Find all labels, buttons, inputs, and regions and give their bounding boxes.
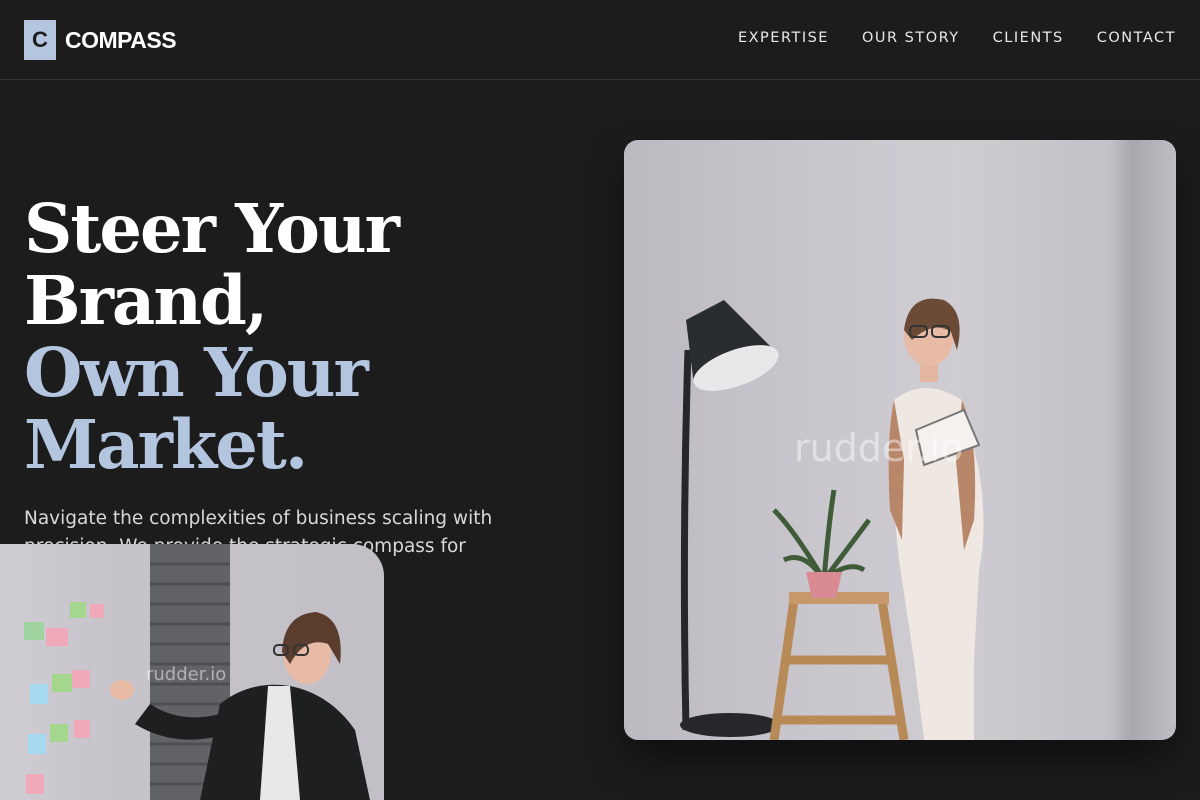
secondary-photo-woman-with-notes: rudder.io: [0, 544, 384, 800]
hero-photo-woman-with-book: rudder.io: [624, 140, 1176, 740]
brand-name: COMPASS: [65, 26, 177, 53]
main-nav: EXPERTISE OUR STORY CLIENTS CONTACT: [738, 30, 1176, 46]
watermark-text: rudder.io: [146, 664, 227, 685]
nav-item-contact[interactable]: CONTACT: [1097, 30, 1176, 46]
brand-logo[interactable]: C COMPASS: [24, 20, 177, 60]
hero-title: Steer Your Brand, Own Your Market.: [24, 189, 400, 484]
nav-item-our-story[interactable]: OUR STORY: [862, 30, 960, 46]
hero-title-accent-line-1: Own Your: [24, 333, 369, 412]
hero-title-line-1: Steer Your: [24, 189, 400, 268]
logo-mark-icon: C: [24, 20, 56, 60]
hero-title-accent-line-2: Market.: [24, 405, 308, 484]
nav-item-clients[interactable]: CLIENTS: [993, 30, 1064, 46]
site-header: C COMPASS EXPERTISE OUR STORY CLIENTS CO…: [0, 0, 1200, 80]
watermark-text: rudder.io: [794, 426, 964, 470]
hero-title-line-2: Brand,: [24, 261, 268, 340]
nav-item-expertise[interactable]: EXPERTISE: [738, 30, 829, 46]
